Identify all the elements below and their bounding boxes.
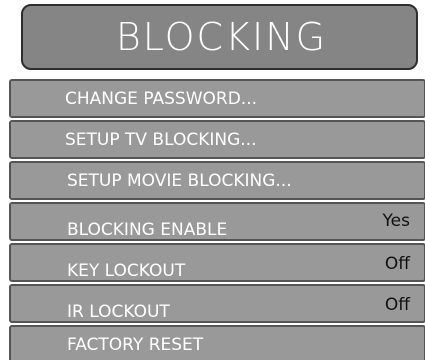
menu-item-label: SETUP TV BLOCKING... <box>65 129 257 150</box>
menu-item-blocking-enable[interactable]: BLOCKING ENABLE Yes <box>9 202 425 241</box>
menu-item-setup-tv-blocking[interactable]: SETUP TV BLOCKING... <box>9 120 425 159</box>
menu-item-key-lockout[interactable]: KEY LOCKOUT Off <box>9 243 425 282</box>
blocking-enable-value: Yes <box>382 211 410 231</box>
title-banner: BLOCKING <box>21 4 418 70</box>
menu-item-label: BLOCKING ENABLE <box>67 220 228 240</box>
menu-item-label: KEY LOCKOUT <box>67 261 186 281</box>
menu-item-factory-reset[interactable]: FACTORY RESET <box>9 325 425 360</box>
menu-item-label: CHANGE PASSWORD... <box>65 88 257 109</box>
menu-item-label: SETUP MOVIE BLOCKING... <box>67 170 292 191</box>
page-title: BLOCKING <box>115 15 328 59</box>
menu-item-change-password[interactable]: CHANGE PASSWORD... <box>9 79 425 118</box>
menu-item-label: IR LOCKOUT <box>67 302 170 322</box>
blocking-menu-screen: BLOCKING CHANGE PASSWORD... SETUP TV BLO… <box>0 0 425 360</box>
menu-item-ir-lockout[interactable]: IR LOCKOUT Off <box>9 284 425 323</box>
menu-item-setup-movie-blocking[interactable]: SETUP MOVIE BLOCKING... <box>9 161 425 200</box>
key-lockout-value: Off <box>384 254 410 274</box>
ir-lockout-value: Off <box>384 295 410 315</box>
menu-item-label: FACTORY RESET <box>67 334 204 355</box>
